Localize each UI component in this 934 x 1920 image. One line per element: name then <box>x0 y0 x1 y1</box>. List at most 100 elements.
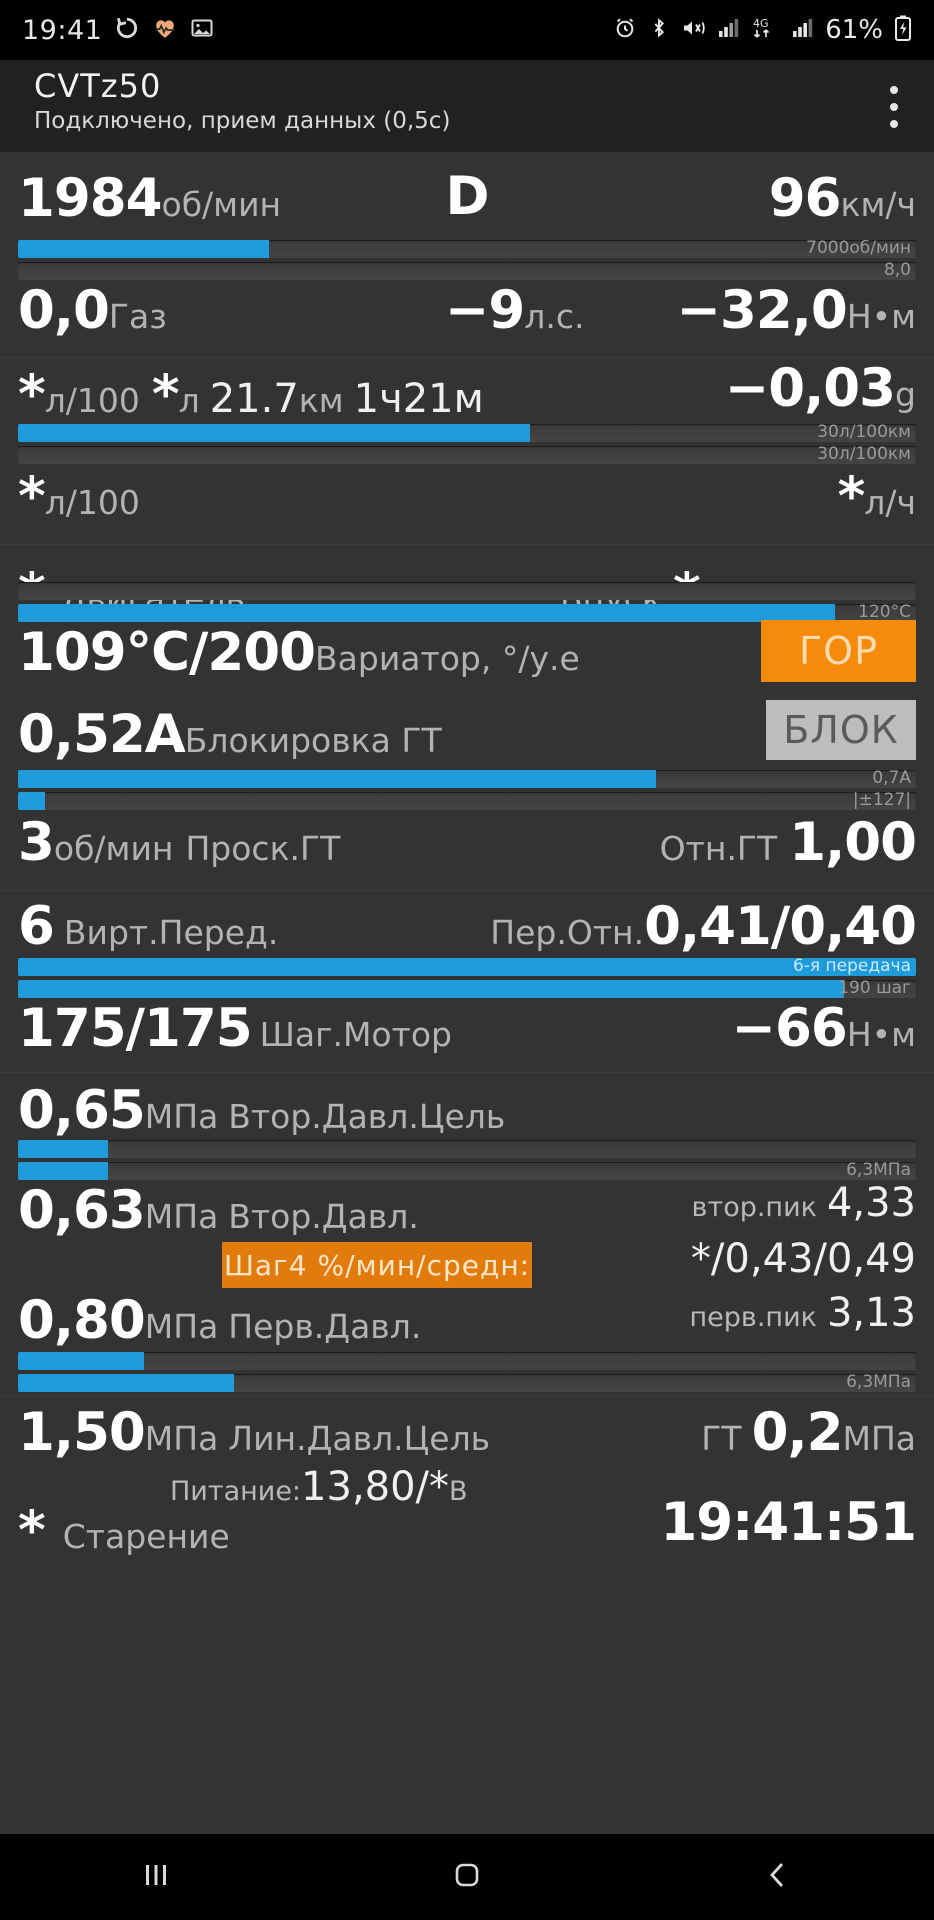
alarm-icon <box>613 16 637 44</box>
row-slip[interactable]: 3об/мин Проск.ГТ Отн.ГТ 1,00 <box>0 812 934 878</box>
step-torque-value: −66 <box>731 998 848 1059</box>
connection-status: Подключено, прием данных (0,5с) <box>34 108 451 134</box>
bar-gear[interactable]: 6-я передача <box>18 958 916 976</box>
lockup-value: 0,52A <box>18 704 186 765</box>
app-header: CVTz50 Подключено, прием данных (0,5с) <box>0 60 934 152</box>
dashboard: 1984об/мин D 96км/ч 7000об/мин 8,0 0,0Га… <box>0 152 934 1834</box>
bar-lockup-current-fill <box>18 770 656 788</box>
trip-lpkm-value: * <box>18 364 46 425</box>
variator-value: 109°C/200 <box>18 622 316 683</box>
power-unit: л.с. <box>524 297 585 336</box>
row-secondary-target[interactable]: 0,65МПа Втор.Давл.Цель <box>0 1080 934 1142</box>
sec-target-value: 0,65 <box>18 1080 146 1141</box>
bar-trip-2[interactable]: 30л/100км <box>18 446 916 464</box>
avg-lph-value: * <box>837 466 866 527</box>
status-badge-step[interactable]: Шаг4 %/мин/средн: <box>222 1242 532 1288</box>
row-primary-pressure[interactable]: 0,80МПа Перв.Давл. перв.пик 3,13 <box>0 1290 934 1356</box>
trip-distance-value: 21.7 <box>209 376 299 422</box>
bar-trip-1-fill <box>18 424 530 442</box>
battery-percent: 61% <box>825 15 883 45</box>
bar-engine[interactable] <box>18 582 916 600</box>
mute-vibrate-icon <box>681 16 707 44</box>
prim-peak-label: перв.пик <box>689 1302 817 1333</box>
status-bar-left: 19:41 <box>22 15 214 46</box>
lockup-label: Блокировка ГТ <box>184 721 442 760</box>
bar-secondary-2-fill <box>18 1162 108 1180</box>
rotate-icon <box>114 15 140 45</box>
sec-peak-label: втор.пик <box>691 1192 817 1223</box>
sec-target-unit: МПа <box>144 1097 219 1136</box>
avg-lpkm-unit: л/100 <box>44 483 140 522</box>
home-icon[interactable] <box>450 1858 484 1896</box>
bar-secondary-1[interactable] <box>18 1140 916 1158</box>
bar-primary-1[interactable] <box>18 1352 916 1370</box>
bar-speed[interactable]: 8,0 <box>18 262 916 280</box>
status-badge-overheat[interactable]: ГОР <box>761 620 916 682</box>
row-rpm[interactable]: 1984об/мин D 96км/ч <box>0 166 934 238</box>
kebab-menu-icon[interactable] <box>890 86 898 137</box>
back-icon[interactable] <box>761 1858 795 1896</box>
status-badge-lock[interactable]: БЛОК <box>766 700 916 760</box>
bar-trip-1-caption: 30л/100км <box>817 424 911 442</box>
gt-pressure-label: ГТ <box>701 1419 742 1458</box>
sec-target-label: Втор.Давл.Цель <box>228 1097 506 1136</box>
bar-speed-caption: 8,0 <box>883 262 911 280</box>
sec-press-unit: МПа <box>144 1197 219 1236</box>
bar-gear-caption: 6-я передача <box>792 958 911 976</box>
bar-primary-2-fill <box>18 1374 234 1392</box>
step-badge-label: Шаг4 %/мин/средн: <box>223 1248 531 1282</box>
bar-trip-2-caption: 30л/100км <box>817 446 911 464</box>
avg-lpkm-value: * <box>18 466 46 527</box>
throttle-label: Газ <box>108 297 167 336</box>
slip-label: Проск.ГТ <box>185 829 341 868</box>
bar-lockup-current[interactable]: 0,7A <box>18 770 916 788</box>
bar-lockup-slip[interactable]: |±127| <box>18 792 916 810</box>
row-average[interactable]: *л/100 *л/ч <box>0 466 934 532</box>
row-throttle[interactable]: 0,0Газ −9л.с. −32,0Н•м <box>0 280 934 350</box>
bar-temp-fill <box>18 604 836 622</box>
aging-star: * <box>18 1500 46 1561</box>
recents-icon[interactable] <box>139 1858 173 1896</box>
trip-liters-value: * <box>151 364 180 425</box>
bar-primary-2-caption: 6,3МПа <box>846 1374 911 1392</box>
photo-icon <box>190 16 214 44</box>
accel-unit: g <box>895 375 916 414</box>
row-aging[interactable]: * Старение 19:41:51 <box>0 1492 934 1566</box>
signal-icon <box>718 17 740 43</box>
row-virtual-gear[interactable]: 6 Вирт.Перед. Пер.Отн.0,41/0,40 <box>0 896 934 962</box>
bar-rpm[interactable]: 7000об/мин <box>18 240 916 258</box>
gt-pressure-unit: МПа <box>842 1419 916 1458</box>
line-target-label: Лин.Давл.Цель <box>228 1419 491 1458</box>
step-motor-value: 175/175 <box>18 998 253 1059</box>
bar-trip-1[interactable]: 30л/100км <box>18 424 916 442</box>
bar-step[interactable]: 190 шаг <box>18 980 916 998</box>
throttle-value: 0,0 <box>18 280 110 341</box>
row-step-motor[interactable]: 175/175 Шаг.Мотор −66Н•м <box>0 998 934 1064</box>
system-nav-bar <box>0 1834 934 1920</box>
trip-lpkm-unit: л/100 <box>44 381 140 420</box>
row-line-pressure[interactable]: 1,50МПа Лин.Давл.Цель ГТ 0,2МПа <box>0 1402 934 1468</box>
gear-ratio-value: 0,41/0,40 <box>644 896 917 957</box>
phone-screen: 19:41 4G 61% CVTz50 Подключено, прием да… <box>0 0 934 1920</box>
prim-peak-value: 3,13 <box>826 1290 916 1336</box>
bar-secondary-1-fill <box>18 1140 108 1158</box>
sec-press-label: Втор.Давл. <box>228 1197 419 1236</box>
line-target-unit: МПа <box>144 1419 219 1458</box>
svg-text:4G: 4G <box>753 17 769 30</box>
bar-secondary-2[interactable]: 6,3МПа <box>18 1162 916 1180</box>
virtual-gear-value: 6 <box>18 896 55 957</box>
prim-press-label: Перв.Давл. <box>228 1307 422 1346</box>
speed-unit: км/ч <box>840 185 916 224</box>
lock-badge-label: БЛОК <box>783 708 899 752</box>
bar-primary-2[interactable]: 6,3МПа <box>18 1374 916 1392</box>
power-value: −9 <box>445 280 525 341</box>
step-badge-values: */0,43/0,49 <box>690 1236 916 1282</box>
battery-charging-icon <box>894 15 912 45</box>
torque-value: −32,0 <box>676 280 848 341</box>
speed-value: 96 <box>768 168 842 229</box>
bar-gear-fill <box>18 958 916 976</box>
row-trip[interactable]: *л/100 *л 21.7км 1ч21м −0,03g <box>0 358 934 426</box>
gear-ratio-label: Пер.Отн. <box>490 913 645 952</box>
signal2-icon <box>792 17 814 43</box>
slip-unit: об/мин <box>53 829 174 868</box>
